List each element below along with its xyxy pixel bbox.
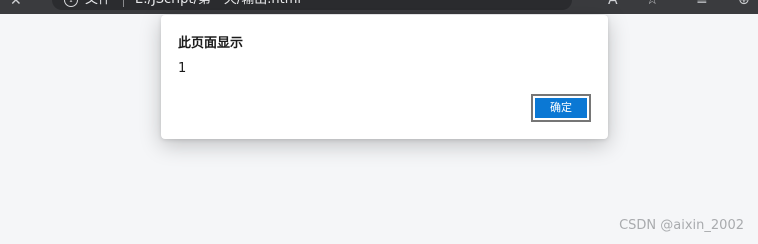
browser-toolbar: ✕ i 文件 E:/JScript/第一天/输出.html A ☆ ≡ ⊕ [0, 0, 758, 14]
ok-button-label: 确定 [535, 98, 587, 118]
close-icon[interactable]: ✕ [10, 0, 22, 8]
dialog-message: 1 [178, 61, 187, 76]
favorites-list-icon[interactable]: ≡ [696, 0, 708, 7]
info-icon[interactable]: i [64, 0, 78, 7]
read-aloud-icon[interactable]: A [608, 0, 618, 7]
watermark: CSDN @aixin_2002 [619, 218, 744, 233]
dialog-title: 此页面显示 [178, 36, 244, 51]
add-tab-icon[interactable]: ⊕ [738, 0, 750, 7]
add-favorite-icon[interactable]: ☆ [646, 0, 659, 7]
address-bar[interactable]: i 文件 E:/JScript/第一天/输出.html [52, 0, 572, 10]
protocol-label: 文件 [85, 0, 111, 8]
alert-dialog: 此页面显示 1 确定 [161, 15, 608, 139]
address-divider [123, 0, 124, 7]
ok-button[interactable]: 确定 [531, 94, 591, 122]
browser-window: ✕ i 文件 E:/JScript/第一天/输出.html A ☆ ≡ ⊕ 此页… [0, 0, 758, 244]
url-text[interactable]: E:/JScript/第一天/输出.html [135, 0, 301, 8]
